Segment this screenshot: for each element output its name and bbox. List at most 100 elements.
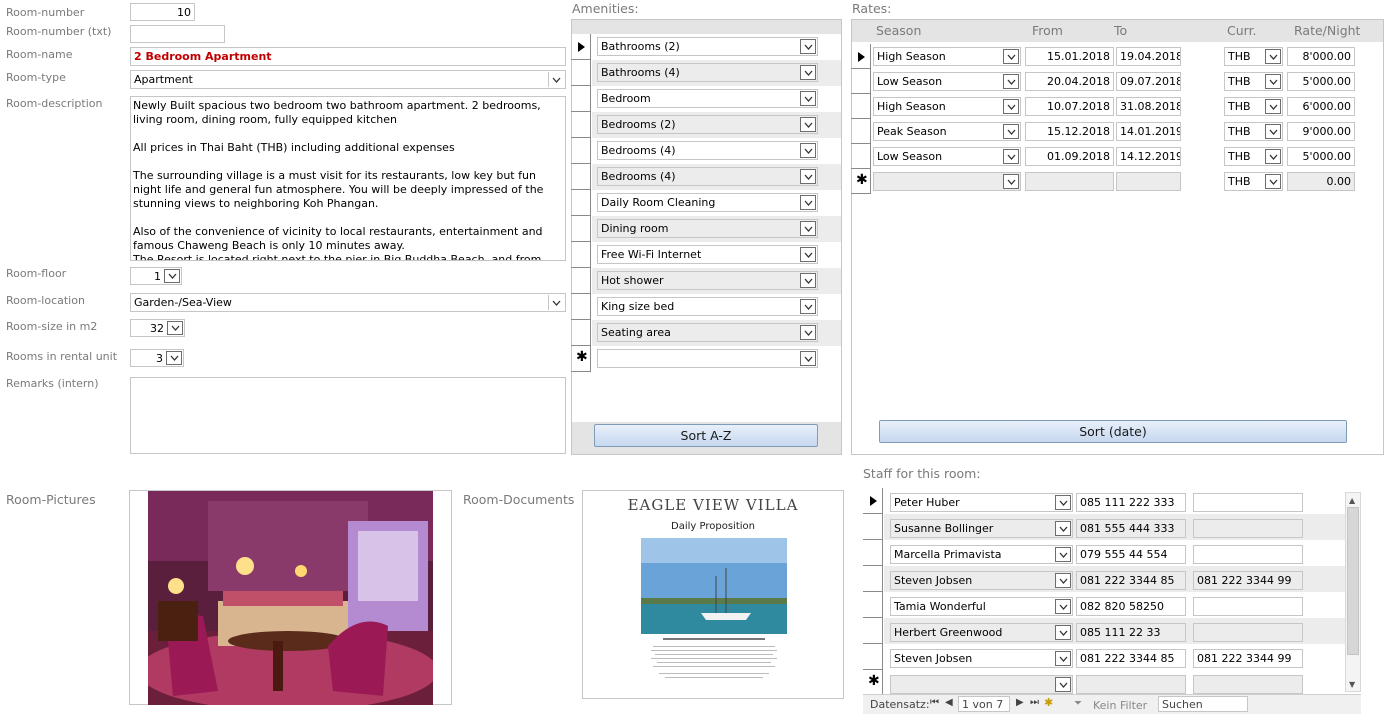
staff-name-combo[interactable]: Steven Jobsen	[890, 571, 1073, 590]
filter-icon[interactable]: ⏷	[1074, 698, 1082, 709]
next-record-icon[interactable]: ▶	[1016, 697, 1024, 708]
staff-name-combo[interactable]: Steven Jobsen	[890, 649, 1073, 668]
chevron-down-icon[interactable]	[1055, 521, 1071, 536]
room-document-frame[interactable]: EAGLE VIEW VILLA Daily Proposition	[582, 490, 844, 699]
room-floor-combo[interactable]: 1	[130, 267, 182, 285]
staff-phone2-field[interactable]	[1193, 545, 1303, 564]
staff-phone-field[interactable]: 081 222 3344 85	[1076, 649, 1186, 668]
staff-phone2-field[interactable]	[1193, 623, 1303, 642]
room-number-txt-field[interactable]	[130, 25, 225, 43]
chevron-down-icon[interactable]	[1055, 495, 1071, 510]
from-date-field[interactable]: 10.07.2018	[1025, 97, 1114, 116]
staff-phone2-field[interactable]: 081 222 3344 99	[1193, 571, 1303, 590]
record-selector[interactable]	[863, 618, 883, 644]
currency-combo[interactable]: THB	[1224, 72, 1283, 91]
record-selector[interactable]	[571, 320, 591, 346]
chevron-down-icon[interactable]	[800, 325, 816, 340]
staff-scrollbar[interactable]: ▲ ▼	[1345, 492, 1361, 692]
chevron-down-icon[interactable]	[1265, 49, 1281, 64]
from-date-field[interactable]: 15.01.2018	[1025, 47, 1114, 66]
rate-field[interactable]: 5'000.00	[1287, 147, 1355, 166]
room-name-field[interactable]: 2 Bedroom Apartment	[130, 47, 566, 66]
record-selector[interactable]: ✱	[571, 346, 591, 372]
from-date-field[interactable]	[1025, 172, 1114, 191]
chevron-down-icon[interactable]	[548, 72, 564, 87]
room-picture-frame[interactable]	[129, 490, 452, 705]
chevron-down-icon[interactable]	[164, 269, 180, 283]
record-selector[interactable]	[863, 592, 883, 618]
staff-name-combo[interactable]: Marcella Primavista	[890, 545, 1073, 564]
amenity-combo[interactable]	[597, 349, 818, 368]
season-combo[interactable]: Peak Season	[873, 122, 1021, 141]
staff-phone-field[interactable]: 081 222 3344 85	[1076, 571, 1186, 590]
season-combo[interactable]: High Season	[873, 97, 1021, 116]
to-date-field[interactable]: 14.12.2019	[1116, 147, 1181, 166]
record-selector[interactable]	[851, 69, 871, 94]
chevron-down-icon[interactable]	[800, 299, 816, 314]
amenity-combo[interactable]: Bedrooms (4)	[597, 141, 818, 160]
record-selector[interactable]	[571, 112, 591, 138]
amenity-combo[interactable]: Bedroom	[597, 89, 818, 108]
chevron-down-icon[interactable]	[1265, 174, 1281, 189]
rate-field[interactable]: 0.00	[1287, 172, 1355, 191]
staff-phone2-field[interactable]: 081 222 3344 99	[1193, 649, 1303, 668]
room-number-field[interactable]: 10	[130, 3, 195, 21]
chevron-down-icon[interactable]	[800, 65, 816, 80]
rate-field[interactable]: 8'000.00	[1287, 47, 1355, 66]
staff-phone2-field[interactable]	[1193, 493, 1303, 512]
currency-combo[interactable]: THB	[1224, 122, 1283, 141]
chevron-down-icon[interactable]	[1055, 599, 1071, 614]
rate-field[interactable]: 5'000.00	[1287, 72, 1355, 91]
scroll-up-icon[interactable]: ▲	[1349, 496, 1355, 505]
amenity-combo[interactable]: King size bed	[597, 297, 818, 316]
chevron-down-icon[interactable]	[548, 295, 564, 310]
staff-phone-field[interactable]: 085 111 222 333	[1076, 493, 1186, 512]
chevron-down-icon[interactable]	[1265, 99, 1281, 114]
staff-phone2-field[interactable]	[1193, 675, 1303, 694]
chevron-down-icon[interactable]	[1003, 124, 1019, 139]
new-record-icon[interactable]: ✱	[1044, 696, 1053, 709]
chevron-down-icon[interactable]	[1055, 547, 1071, 562]
remarks-field[interactable]	[130, 377, 566, 454]
record-selector[interactable]	[571, 86, 591, 112]
to-date-field[interactable]: 19.04.2018	[1116, 47, 1181, 66]
staff-phone2-field[interactable]	[1193, 597, 1303, 616]
currency-combo[interactable]: THB	[1224, 172, 1283, 191]
record-selector[interactable]	[571, 34, 591, 60]
record-selector[interactable]	[851, 119, 871, 144]
to-date-field[interactable]: 14.01.2019	[1116, 122, 1181, 141]
chevron-down-icon[interactable]	[800, 351, 816, 366]
room-size-combo[interactable]: 32	[130, 319, 185, 337]
season-combo[interactable]: High Season	[873, 47, 1021, 66]
chevron-down-icon[interactable]	[800, 273, 816, 288]
last-record-icon[interactable]: ⏭	[1030, 697, 1039, 708]
staff-name-combo[interactable]: Peter Huber	[890, 493, 1073, 512]
staff-name-combo[interactable]: Tamia Wonderful	[890, 597, 1073, 616]
record-selector[interactable]	[571, 268, 591, 294]
staff-phone-field[interactable]: 085 111 22 33	[1076, 623, 1186, 642]
chevron-down-icon[interactable]	[800, 143, 816, 158]
chevron-down-icon[interactable]	[166, 351, 182, 365]
sort-date-button[interactable]: Sort (date)	[879, 420, 1347, 443]
chevron-down-icon[interactable]	[1055, 651, 1071, 666]
chevron-down-icon[interactable]	[167, 321, 183, 335]
record-selector[interactable]	[851, 44, 871, 69]
record-selector[interactable]	[571, 190, 591, 216]
scroll-down-icon[interactable]: ▼	[1349, 680, 1355, 689]
chevron-down-icon[interactable]	[800, 195, 816, 210]
staff-phone2-field[interactable]	[1193, 519, 1303, 538]
record-selector[interactable]: ✱	[851, 169, 871, 194]
rate-field[interactable]: 9'000.00	[1287, 122, 1355, 141]
record-selector[interactable]	[851, 144, 871, 169]
chevron-down-icon[interactable]	[1003, 74, 1019, 89]
currency-combo[interactable]: THB	[1224, 97, 1283, 116]
chevron-down-icon[interactable]	[800, 117, 816, 132]
staff-name-combo[interactable]	[890, 675, 1073, 694]
record-selector[interactable]	[863, 488, 883, 514]
no-filter-label[interactable]: Kein Filter	[1093, 699, 1147, 712]
record-position-field[interactable]: 1 von 7	[958, 696, 1010, 712]
chevron-down-icon[interactable]	[1003, 99, 1019, 114]
amenity-combo[interactable]: Dining room	[597, 219, 818, 238]
rooms-in-rental-combo[interactable]: 3	[130, 349, 184, 367]
chevron-down-icon[interactable]	[1265, 74, 1281, 89]
